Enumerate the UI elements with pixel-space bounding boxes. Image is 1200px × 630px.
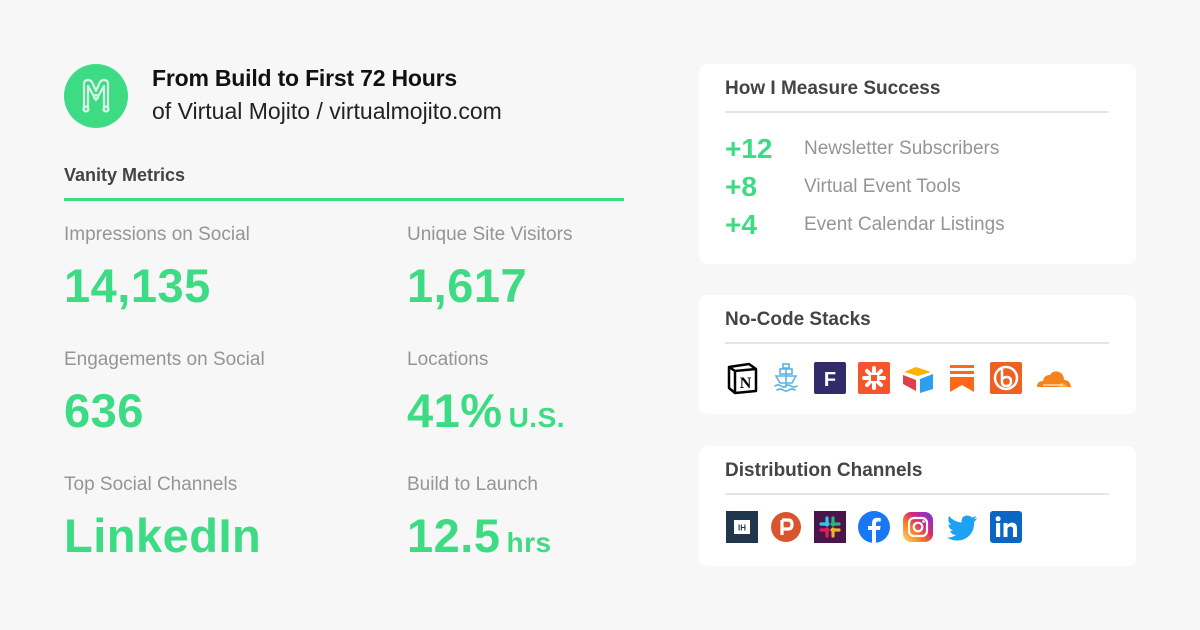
airtable-icon: [901, 361, 935, 395]
metric-value: 1,617: [407, 262, 727, 309]
metric-value: 14,135: [64, 262, 384, 309]
distribution-card: Distribution Channels IH: [699, 446, 1136, 566]
metric-value: LinkedIn: [64, 512, 384, 559]
success-card-title: How I Measure Success: [725, 78, 941, 99]
metric-number: 12.5: [407, 509, 501, 562]
metric-label: Locations: [407, 349, 489, 370]
kpi-label: Newsletter Subscribers: [804, 138, 1000, 159]
svg-text:IH: IH: [738, 524, 746, 533]
distribution-card-title: Distribution Channels: [725, 460, 923, 481]
page-title: From Build to First 72 Hours: [152, 65, 457, 91]
kpi-label: Virtual Event Tools: [804, 176, 961, 197]
metric-number: 636: [64, 384, 144, 437]
metric-value: 636: [64, 387, 384, 434]
kpi-value: +4: [725, 209, 757, 240]
metric-number: 41%: [407, 384, 503, 437]
metric-unit: hrs: [506, 527, 552, 558]
metric-unit: U.S.: [508, 402, 566, 433]
linkedin-icon[interactable]: [989, 510, 1023, 544]
metric-top-social-channels: Top Social Channels LinkedIn: [64, 474, 384, 559]
f-app-icon: F: [813, 361, 847, 395]
metric-label: Top Social Channels: [64, 474, 238, 495]
success-card: How I Measure Success +12 Newsletter Sub…: [699, 64, 1136, 264]
svg-text:N: N: [740, 375, 752, 392]
metric-value: 12.5 hrs: [407, 512, 727, 559]
section-divider: [64, 198, 624, 201]
metric-engagements: Engagements on Social 636: [64, 349, 384, 434]
vanity-metrics-heading: Vanity Metrics: [64, 165, 186, 185]
card-divider: [725, 493, 1109, 495]
metric-impressions: Impressions on Social 14,135: [64, 224, 384, 309]
kpi-row: +4 Event Calendar Listings: [725, 209, 1005, 240]
notion-icon: N: [725, 361, 759, 395]
metric-build-to-launch: Build to Launch 12.5 hrs: [407, 474, 727, 559]
bitly-icon: [989, 361, 1023, 395]
kpi-row: +8 Virtual Event Tools: [725, 171, 961, 202]
kpi-row: +12 Newsletter Subscribers: [725, 133, 1000, 164]
kpi-value: +12: [725, 133, 773, 164]
kpi-label: Event Calendar Listings: [804, 214, 1005, 235]
card-divider: [725, 111, 1109, 113]
stacks-icon-row: N F: [725, 361, 1073, 395]
ship-icon: [769, 361, 803, 395]
svg-text:F: F: [824, 369, 836, 391]
card-divider: [725, 342, 1109, 344]
virtual-mojito-logo-icon: [64, 64, 128, 128]
facebook-icon[interactable]: [857, 510, 891, 544]
metric-label: Unique Site Visitors: [407, 224, 573, 245]
metric-locations: Locations 41% U.S.: [407, 349, 727, 434]
stacks-card-title: No-Code Stacks: [725, 309, 871, 330]
metric-number: 1,617: [407, 259, 528, 312]
stacks-card: No-Code Stacks N F: [699, 295, 1136, 414]
metric-label: Build to Launch: [407, 474, 538, 495]
page-subtitle: of Virtual Mojito / virtualmojito.com: [152, 98, 502, 124]
kpi-value: +8: [725, 171, 757, 202]
metric-unique-visitors: Unique Site Visitors 1,617: [407, 224, 727, 309]
instagram-icon[interactable]: [901, 510, 935, 544]
substack-icon: [945, 361, 979, 395]
product-hunt-icon[interactable]: [769, 510, 803, 544]
indie-hackers-icon[interactable]: IH: [725, 510, 759, 544]
metric-label: Impressions on Social: [64, 224, 250, 245]
metric-number: 14,135: [64, 259, 211, 312]
cloudflare-icon: [1033, 361, 1073, 395]
metric-number: LinkedIn: [64, 509, 262, 562]
zapier-icon: [857, 361, 891, 395]
twitter-icon[interactable]: [945, 510, 979, 544]
slack-icon[interactable]: [813, 510, 847, 544]
metric-label: Engagements on Social: [64, 349, 265, 370]
distribution-icon-row: IH: [725, 510, 1023, 544]
metric-value: 41% U.S.: [407, 387, 727, 434]
